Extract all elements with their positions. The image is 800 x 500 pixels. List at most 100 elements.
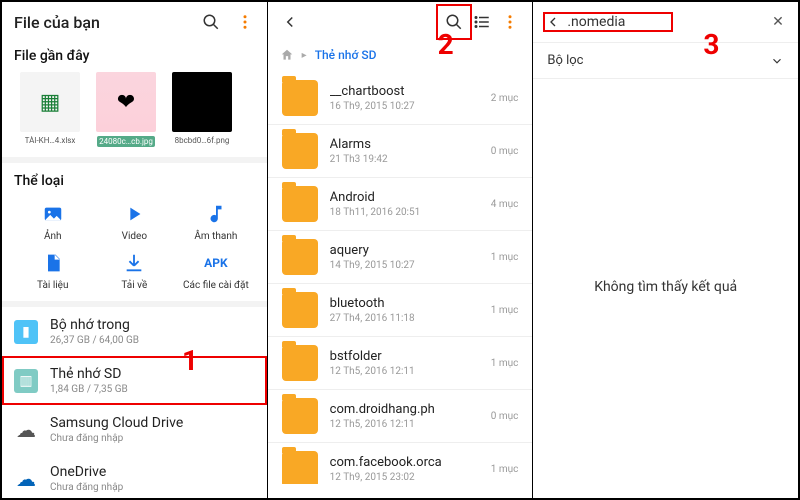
folder-icon bbox=[282, 133, 318, 169]
folder-date: 16 Th9, 2015 10:27 bbox=[330, 101, 485, 112]
panel-folder-browser: ▸ Thẻ nhớ SD __chartboost 16 Th9, 2015 10… bbox=[268, 2, 534, 498]
folder-row[interactable]: Alarms 21 Th3 19:42 0 mục bbox=[268, 124, 533, 177]
folder-name: com.facebook.orca bbox=[330, 455, 485, 470]
more-icon[interactable] bbox=[235, 12, 255, 32]
category-label: Tài liệu bbox=[37, 280, 68, 291]
storage-sdcard[interactable]: ▥ Thẻ nhớ SD 1,84 GB / 7,35 GB bbox=[2, 356, 267, 405]
folder-name: __chartboost bbox=[330, 84, 485, 99]
folder-name: bstfolder bbox=[330, 349, 485, 364]
home-icon[interactable] bbox=[280, 48, 294, 62]
category-label: Video bbox=[122, 231, 147, 242]
onedrive-icon: ☁ bbox=[14, 467, 38, 491]
thumb-caption: 8bcbd0…6f.png bbox=[175, 136, 230, 145]
storage-sub: Chưa đăng nhập bbox=[50, 433, 183, 444]
storage-list: ▮ Bộ nhớ trong26,37 GB / 64,00 GB ▥ Thẻ … bbox=[2, 307, 267, 498]
folder-row[interactable]: Android 18 Th11, 2016 20:51 4 mục bbox=[268, 177, 533, 230]
category-images[interactable]: Ảnh bbox=[14, 201, 92, 242]
folder-date: 12 Th5, 2016 12:11 bbox=[330, 366, 485, 377]
category-label: Các file cài đặt bbox=[183, 280, 249, 291]
folder-count: 4 mục bbox=[491, 199, 519, 210]
folder-count: 1 mục bbox=[491, 305, 519, 316]
recent-thumb[interactable]: ❤24080c…cb.jpg bbox=[90, 72, 162, 147]
folder-name: Android bbox=[330, 190, 485, 205]
folder-row[interactable]: bstfolder 12 Th5, 2016 12:11 1 mục bbox=[268, 336, 533, 389]
video-icon bbox=[121, 201, 147, 227]
folder-row[interactable]: bluetooth27 Th4, 2016 11:181 mục bbox=[268, 283, 533, 336]
storage-sub: 1,84 GB / 7,35 GB bbox=[50, 384, 128, 395]
document-icon bbox=[40, 250, 66, 276]
folder-row[interactable]: aquery 14 Th9, 2015 10:27 1 mục bbox=[268, 230, 533, 283]
folder-name: aquery bbox=[330, 243, 485, 258]
folder-count: 1 mục bbox=[491, 358, 519, 369]
back-icon[interactable] bbox=[276, 8, 304, 36]
back-icon[interactable] bbox=[543, 12, 563, 32]
breadcrumb: ▸ Thẻ nhớ SD bbox=[268, 42, 533, 72]
search-icon[interactable] bbox=[201, 12, 221, 32]
search-input[interactable]: .nomedia bbox=[563, 12, 673, 32]
storage-internal[interactable]: ▮ Bộ nhớ trong26,37 GB / 64,00 GB bbox=[2, 307, 267, 356]
folder-count: 0 mục bbox=[491, 146, 519, 157]
folder-row[interactable]: com.facebook.orca 12 Th9, 2015 23:02 1 mục bbox=[268, 442, 533, 484]
storage-onedrive[interactable]: ☁ OneDrive Chưa đăng nhập bbox=[2, 454, 267, 498]
apk-icon: APK bbox=[203, 250, 229, 276]
phone-icon: ▮ bbox=[14, 320, 38, 344]
folder-date: 27 Th4, 2016 11:18 bbox=[330, 313, 485, 324]
folder-date: 14 Th9, 2015 10:27 bbox=[330, 260, 485, 271]
no-results-text: Không tìm thấy kết quả bbox=[533, 79, 798, 495]
recent-thumb[interactable]: ▦TÀI-KH…4.xlsx bbox=[14, 72, 86, 147]
search-icon[interactable] bbox=[440, 8, 468, 36]
more-icon[interactable] bbox=[496, 8, 524, 36]
category-audio[interactable]: Âm thanh bbox=[177, 201, 255, 242]
folder-name: Alarms bbox=[330, 137, 485, 152]
storage-title: Samsung Cloud Drive bbox=[50, 415, 183, 431]
folder-icon bbox=[282, 186, 318, 222]
folder-date: 18 Th11, 2016 20:51 bbox=[330, 207, 485, 218]
category-apk[interactable]: APK Các file cài đặt bbox=[177, 250, 255, 291]
storage-title: Thẻ nhớ SD bbox=[50, 366, 128, 382]
folder-icon bbox=[282, 345, 318, 381]
list-view-icon[interactable] bbox=[468, 8, 496, 36]
folder-icon bbox=[282, 398, 318, 434]
categories-title: Thể loại bbox=[14, 173, 255, 193]
folder-row[interactable]: com.droidhang.ph 12 Th5, 2016 12:11 0 mục bbox=[268, 389, 533, 442]
category-video[interactable]: Video bbox=[96, 201, 174, 242]
breadcrumb-current[interactable]: Thẻ nhớ SD bbox=[315, 48, 377, 62]
clear-icon[interactable]: ✕ bbox=[768, 12, 788, 32]
folder-count: 1 mục bbox=[491, 464, 519, 475]
category-downloads[interactable]: Tải về bbox=[96, 250, 174, 291]
folder-count: 0 mục bbox=[491, 411, 519, 422]
folder-list[interactable]: __chartboost 16 Th9, 2015 10:27 2 mục Alarm… bbox=[268, 72, 533, 484]
folder-count: 1 mục bbox=[491, 252, 519, 263]
chevron-down-icon bbox=[770, 54, 784, 68]
storage-samsung-cloud[interactable]: ☁ Samsung Cloud Drive Chưa đăng nhập bbox=[2, 405, 267, 454]
sdcard-icon: ▥ bbox=[14, 369, 38, 393]
folder-date: 12 Th9, 2015 23:02 bbox=[330, 472, 485, 483]
thumb-caption: 24080c…cb.jpg bbox=[97, 136, 155, 147]
category-documents[interactable]: Tài liệu bbox=[14, 250, 92, 291]
page-title: File của bạn bbox=[14, 13, 187, 32]
panel-your-files: File của bạn File gần đây ▦TÀI-KH…4.xlsx… bbox=[2, 2, 268, 498]
thumb-caption: TÀI-KH…4.xlsx bbox=[25, 136, 76, 145]
folder-date: 21 Th3 19:42 bbox=[330, 154, 485, 165]
folder-icon bbox=[282, 451, 318, 484]
storage-sub: Chưa đăng nhập bbox=[50, 482, 123, 493]
storage-title: Bộ nhớ trong bbox=[50, 317, 139, 333]
folder-icon bbox=[282, 80, 318, 116]
folder-date: 12 Th5, 2016 12:11 bbox=[330, 419, 485, 430]
category-label: Âm thanh bbox=[194, 231, 237, 242]
category-label: Ảnh bbox=[44, 231, 62, 242]
audio-icon bbox=[203, 201, 229, 227]
category-label: Tải về bbox=[121, 280, 147, 291]
recent-thumb[interactable]: 8bcbd0…6f.png bbox=[166, 72, 238, 147]
filter-row[interactable]: Bộ lọc bbox=[533, 42, 798, 79]
storage-title: OneDrive bbox=[50, 464, 123, 480]
panel-search-results: .nomedia ✕ Bộ lọc Không tìm thấy kết quả… bbox=[533, 2, 798, 498]
folder-name: com.droidhang.ph bbox=[330, 402, 485, 417]
filter-label: Bộ lọc bbox=[547, 53, 583, 68]
cloud-icon: ☁ bbox=[14, 418, 38, 442]
folder-count: 2 mục bbox=[491, 93, 519, 104]
download-icon bbox=[121, 250, 147, 276]
folder-row[interactable]: __chartboost 16 Th9, 2015 10:27 2 mục bbox=[268, 72, 533, 124]
recent-files-row: ▦TÀI-KH…4.xlsx ❤24080c…cb.jpg 8bcbd0…6f.… bbox=[2, 72, 267, 157]
folder-icon bbox=[282, 292, 318, 328]
